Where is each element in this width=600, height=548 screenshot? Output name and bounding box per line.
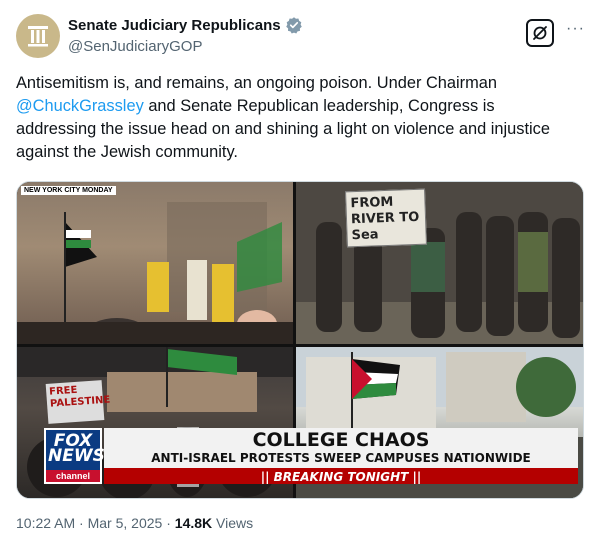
views-label: Views bbox=[212, 515, 254, 531]
pillar-seal-icon bbox=[28, 26, 48, 47]
tweet-text: Antisemitism is, and remains, an ongoing… bbox=[16, 72, 576, 164]
chyron-headline: COLLEGE CHAOS bbox=[252, 429, 430, 451]
grok-icon bbox=[533, 26, 547, 40]
avatar[interactable] bbox=[16, 14, 60, 58]
meta-separator: · bbox=[162, 515, 175, 531]
media-panel-nyc: NEW YORK CITY MONDAY bbox=[17, 182, 293, 344]
media-panel-campus-protest: FROM RIVER TO Sea bbox=[296, 182, 583, 344]
protest-sign-river: FROM RIVER TO Sea bbox=[345, 188, 427, 248]
grok-button[interactable] bbox=[526, 19, 554, 47]
crowd-scene-1 bbox=[17, 202, 293, 344]
tweet-text-start: Antisemitism is, and remains, an ongoing… bbox=[16, 74, 498, 92]
verified-badge-icon[interactable] bbox=[285, 16, 303, 34]
views-count[interactable]: 14.8K bbox=[175, 515, 212, 531]
tweet-time[interactable]: 10:22 AM bbox=[16, 515, 75, 531]
fox-news-logo: FOX NEWS channel bbox=[44, 428, 105, 484]
fox-logo-text: FOX NEWS bbox=[48, 431, 105, 466]
author-name-row: Senate Judiciary Republicans bbox=[68, 16, 303, 34]
protest-sign-free: FREE PALESTINE bbox=[45, 380, 111, 424]
breaking-label: || BREAKING TONIGHT || bbox=[260, 470, 422, 484]
more-options-button[interactable]: ··· bbox=[566, 20, 585, 38]
breaking-bar: || BREAKING TONIGHT || bbox=[104, 468, 578, 484]
protesters-scene bbox=[296, 182, 583, 344]
chyron-subhead: ANTI-ISRAEL PROTESTS SWEEP CAMPUSES NATI… bbox=[151, 451, 531, 465]
chyron: FOX NEWS channel COLLEGE CHAOS ANTI-ISRA… bbox=[44, 428, 578, 484]
display-name[interactable]: Senate Judiciary Republicans bbox=[68, 17, 281, 34]
meta-separator: · bbox=[75, 515, 88, 531]
tweet-date[interactable]: Mar 5, 2025 bbox=[88, 515, 163, 531]
mention-link[interactable]: @ChuckGrassley bbox=[16, 97, 144, 115]
author-handle[interactable]: @SenJudiciaryGOP bbox=[68, 38, 202, 55]
fox-channel-label: channel bbox=[46, 470, 100, 482]
tweet-meta: 10:22 AM · Mar 5, 2025 · 14.8K Views bbox=[16, 515, 253, 531]
headline-box: COLLEGE CHAOS ANTI-ISRAEL PROTESTS SWEEP… bbox=[104, 428, 578, 468]
